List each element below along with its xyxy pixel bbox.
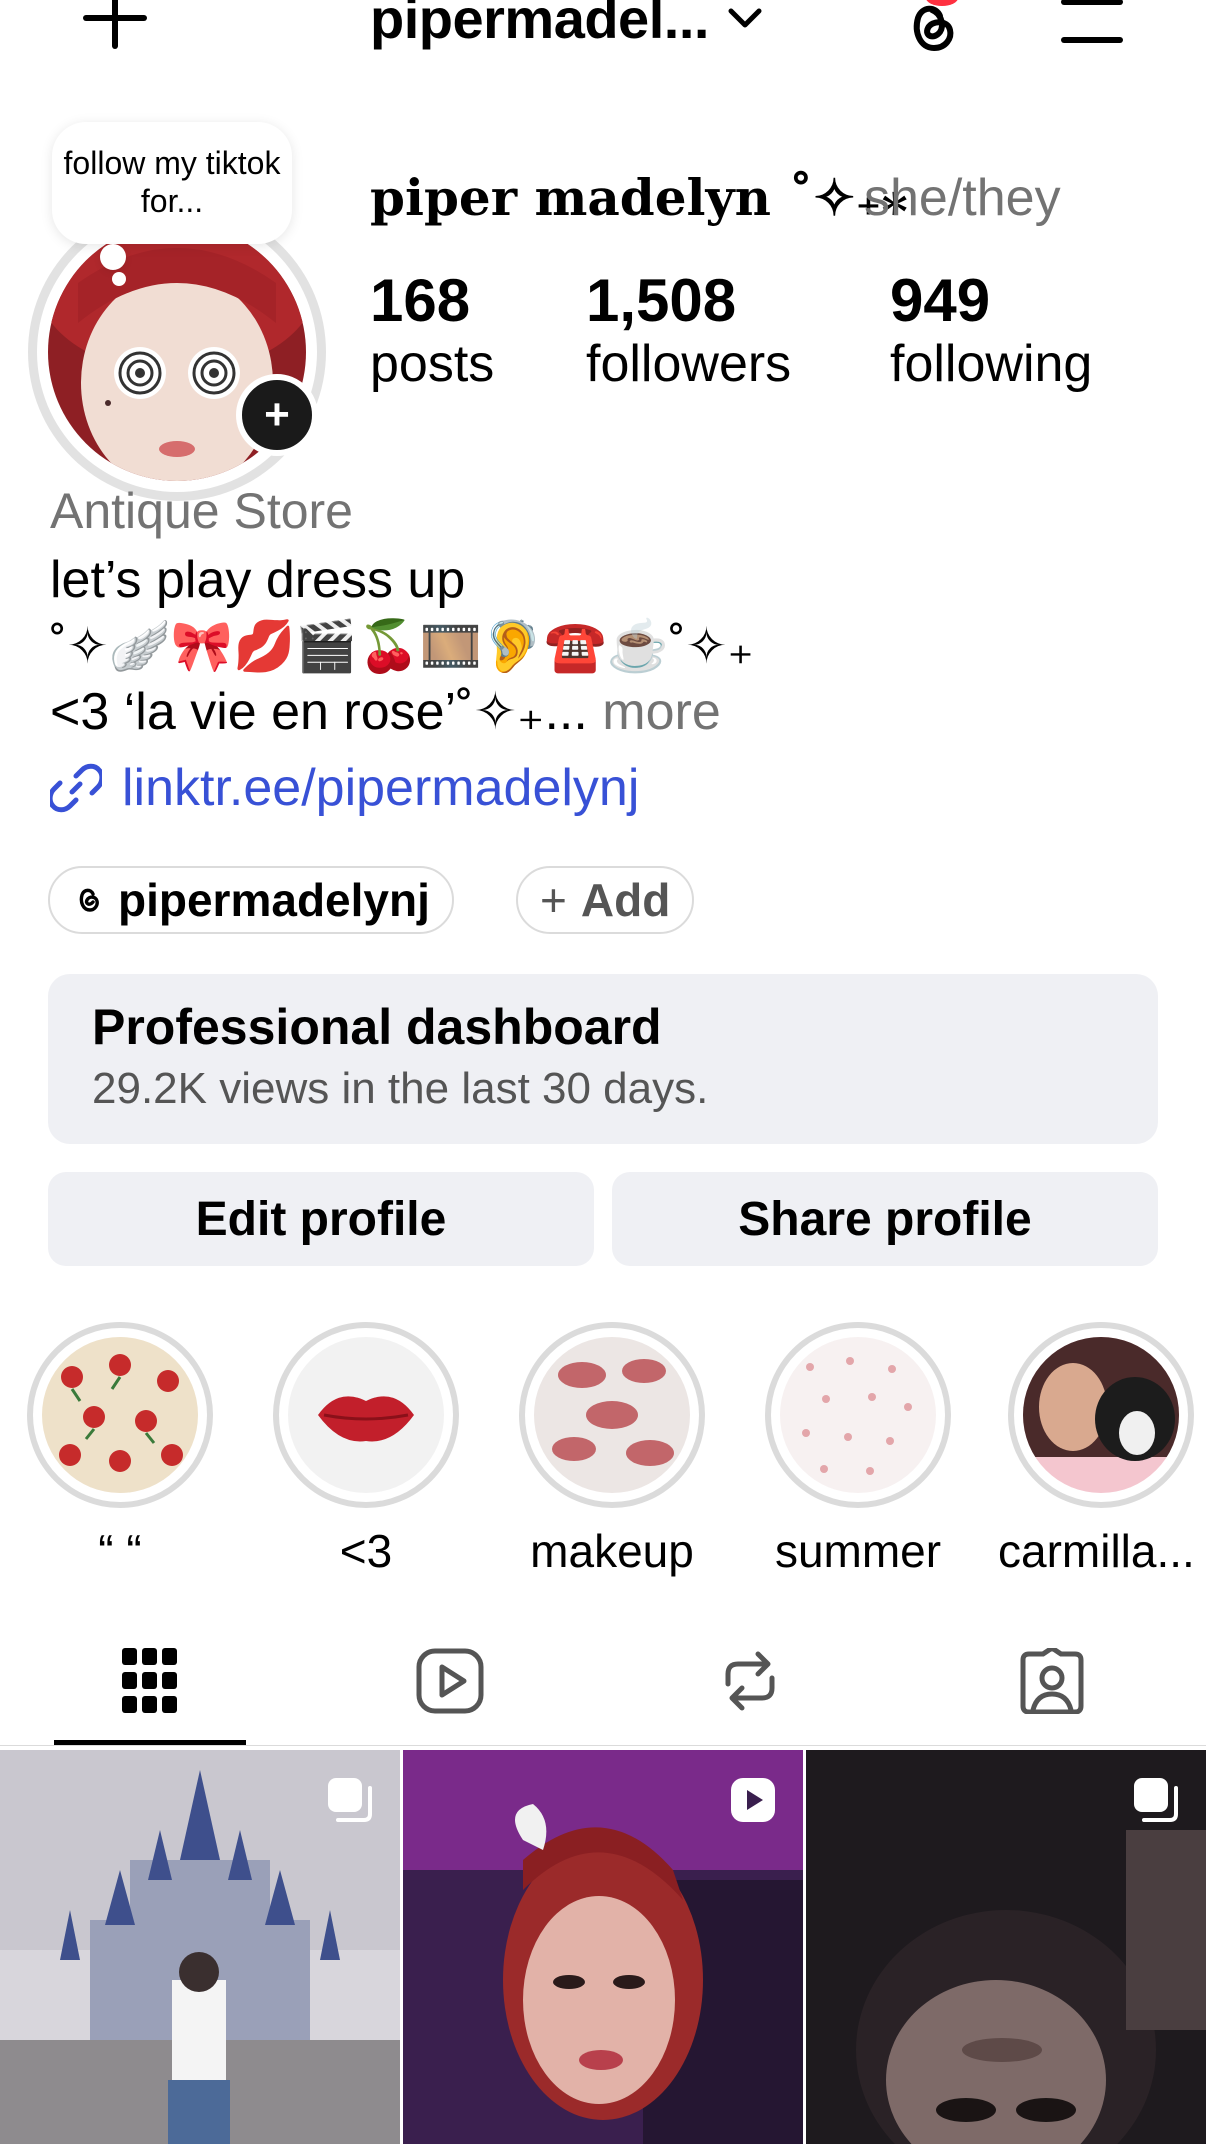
link-icon	[50, 763, 102, 813]
highlight-cover	[534, 1337, 690, 1493]
stat-label: following	[890, 335, 1093, 393]
plus-icon	[83, 0, 147, 49]
stat-followers[interactable]: 1,508 followers	[586, 268, 791, 394]
account-switcher[interactable]: pipermadel...	[370, 0, 763, 51]
edit-profile-button[interactable]: Edit profile	[48, 1172, 594, 1266]
threads-handle: pipermadelynj	[118, 874, 430, 926]
bio-link[interactable]: linktr.ee/pipermadelynj	[50, 758, 639, 818]
reels-icon	[416, 1648, 484, 1714]
chevron-down-icon	[728, 8, 762, 27]
story-highlight[interactable]: carmilla...	[998, 1322, 1206, 1578]
note-bubble-tail-small	[112, 272, 126, 286]
bio-text: <3 ‘la vie en rose’˚✧₊...	[50, 683, 588, 741]
highlight-cover	[288, 1337, 444, 1493]
grid-icon	[122, 1648, 177, 1713]
threads-icon	[79, 888, 99, 912]
bio-line: <3 ‘la vie en rose’˚✧₊... more	[50, 680, 721, 744]
threads-button[interactable]	[896, 0, 966, 58]
threads-icon	[913, 0, 958, 52]
tab-posts-grid[interactable]	[110, 1646, 190, 1716]
stat-posts[interactable]: 168 posts	[370, 268, 494, 394]
stat-following[interactable]: 949 following	[890, 268, 1092, 394]
stat-label: posts	[370, 335, 495, 393]
highlight-cover	[1023, 1337, 1179, 1493]
tab-reels[interactable]	[410, 1646, 490, 1716]
bio-line: ˚✧🪽🎀💋🎬🍒🎞️🦻☎️☕˚✧₊	[50, 618, 754, 674]
story-highlight[interactable]: summer	[762, 1322, 954, 1578]
note-bubble-tail	[100, 244, 126, 270]
stat-value: 1,508	[586, 267, 737, 334]
highlight-cover	[780, 1337, 936, 1493]
link-text: linktr.ee/pipermadelynj	[122, 759, 640, 817]
display-name: piper madelyn ˚✧₊⁎	[370, 168, 908, 227]
carousel-icon	[328, 1778, 372, 1822]
dashboard-title: Professional dashboard	[92, 999, 662, 1055]
highlight-label: carmilla...	[998, 1525, 1195, 1577]
category-label: Antique Store	[50, 483, 353, 539]
story-highlight[interactable]: <3	[270, 1322, 462, 1578]
highlight-label: makeup	[530, 1525, 694, 1577]
username: pipermadel...	[370, 0, 709, 50]
profile-avatar[interactable]	[28, 203, 326, 501]
dashboard-subtitle: 29.2K views in the last 30 days.	[92, 1064, 709, 1113]
story-highlight[interactable]: makeup	[516, 1322, 708, 1578]
new-post-button[interactable]	[82, 0, 148, 54]
story-highlight[interactable]: “ “	[24, 1322, 216, 1578]
highlight-label: <3	[339, 1525, 393, 1577]
reposts-icon	[725, 1651, 775, 1711]
stat-value: 949	[890, 267, 991, 334]
stat-label: followers	[586, 335, 792, 393]
threads-profile-pill[interactable]: pipermadelynj	[48, 866, 454, 934]
tagged-icon	[1020, 1648, 1084, 1714]
note-bubble[interactable]: follow my tiktok for...	[52, 122, 292, 244]
menu-icon	[1061, 0, 1123, 43]
bio-line: let’s play dress up	[50, 551, 466, 609]
plus-icon: +	[540, 874, 567, 926]
add-link-pill[interactable]: + Add	[516, 866, 695, 934]
post-thumbnail[interactable]	[806, 1750, 1206, 2144]
menu-button[interactable]	[1060, 0, 1124, 48]
post-thumbnail[interactable]	[403, 1750, 803, 2144]
highlight-label: summer	[774, 1525, 942, 1577]
add-label: Add	[580, 874, 671, 926]
post-thumbnail[interactable]	[0, 1750, 400, 2144]
stat-value: 168	[370, 267, 471, 334]
carousel-icon	[1134, 1778, 1178, 1822]
note-text: follow my tiktok for...	[63, 145, 281, 219]
pronouns: she/they	[864, 169, 1061, 227]
more-link[interactable]: more	[588, 683, 720, 741]
highlight-label: “ “	[98, 1525, 142, 1577]
share-profile-button[interactable]: Share profile	[612, 1172, 1158, 1266]
tab-reposts[interactable]	[710, 1646, 790, 1716]
reel-icon	[731, 1778, 775, 1822]
tab-tagged[interactable]	[1012, 1646, 1092, 1716]
add-story-button[interactable]: +	[236, 374, 318, 456]
tab-divider	[0, 1745, 1206, 1746]
plus-icon: +	[264, 390, 290, 439]
highlight-cover	[42, 1337, 198, 1493]
